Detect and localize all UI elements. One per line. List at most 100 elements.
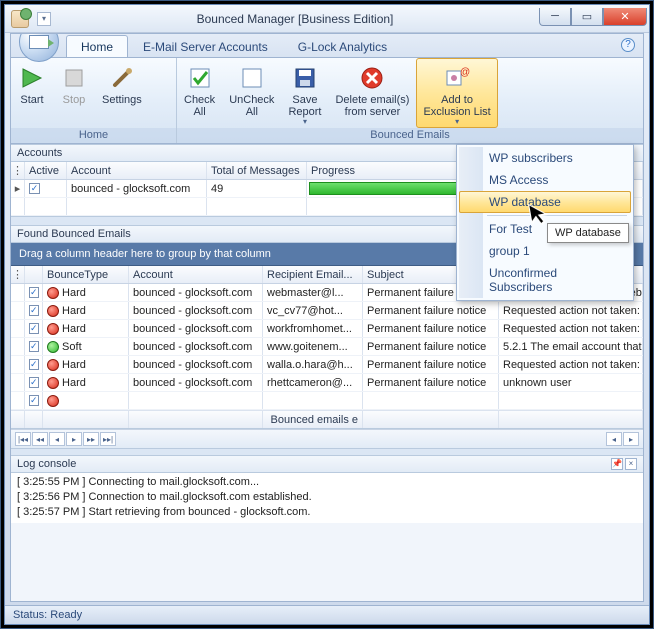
smtp-cell: Requested action not taken: [499,356,643,373]
status-circle-icon [47,323,59,335]
stop-button[interactable]: Stop [53,58,95,128]
nav-prev-button[interactable]: ◂ [49,432,65,446]
found-footer: Bounced emails e [11,410,643,428]
recipient-cell: walla.o.hara@h... [263,356,363,373]
svg-text:@: @ [460,67,470,78]
ribbon: Start Stop Settings Home [11,58,643,144]
check-all-button[interactable]: Check All [177,58,222,128]
nav-prevpage-button[interactable]: ◂◂ [32,432,48,446]
col-total[interactable]: Total of Messages [207,162,307,179]
row-checkbox[interactable]: ✓ [29,323,39,334]
row-indicator [11,284,25,301]
col-bouncetype[interactable]: BounceType [43,266,129,283]
accounts-title: Accounts [17,147,62,159]
menu-item-wp-subscribers[interactable]: WP subscribers [459,147,631,169]
col-selector[interactable]: ⋮ [11,266,25,283]
col-recipient[interactable]: Recipient Email... [263,266,363,283]
uncheck-all-button[interactable]: UnCheck All [222,58,281,128]
tab-analytics[interactable]: G-Lock Analytics [283,35,402,57]
tab-home[interactable]: Home [66,35,128,57]
bouncetype-cell: Hard [43,302,129,319]
app-icon [11,10,29,28]
recipient-cell: www.goitenem... [263,338,363,355]
col-check[interactable] [25,266,43,283]
smtp-cell: unknown user [499,374,643,391]
delete-emails-button[interactable]: Delete email(s) from server [328,58,416,128]
menu-item-ms-access[interactable]: MS Access [459,169,631,191]
row-checkbox[interactable]: ✓ [29,305,39,316]
nav-nextpage-button[interactable]: ▸▸ [83,432,99,446]
subject-cell: Permanent failure notice [363,302,499,319]
exclusion-icon: @ [443,64,471,92]
account-cell: bounced - glocksoft.com [129,302,263,319]
record-navigator: |◂◂ ◂◂ ◂ ▸ ▸▸ ▸▸| ◂ ▸ [11,429,643,449]
row-checkbox[interactable]: ✓ [29,287,39,298]
log-line: [ 3:25:56 PM ] Connection to mail.glocks… [17,490,637,505]
close-button[interactable]: ✕ [603,8,647,26]
row-checkbox[interactable]: ✓ [29,377,39,388]
help-icon[interactable]: ? [621,38,635,52]
found-partial-row: ✓ [11,392,643,410]
account-cell: bounced - glocksoft.com [129,320,263,337]
chevron-down-icon: ▾ [455,117,459,126]
col-account[interactable]: Account [129,266,263,283]
play-icon [18,64,46,92]
start-button[interactable]: Start [11,58,53,128]
nav-scroll-left-button[interactable]: ◂ [606,432,622,446]
group-label-bounced: Bounced Emails [177,128,643,143]
add-exclusion-button[interactable]: @ Add to Exclusion List ▾ [416,58,497,128]
group-label-home: Home [11,128,176,143]
nav-first-button[interactable]: |◂◂ [15,432,31,446]
app-menu-orb[interactable] [19,33,59,62]
row-indicator [11,356,25,373]
menu-item-wp-database[interactable]: WP database [459,191,631,213]
nav-last-button[interactable]: ▸▸| [100,432,116,446]
status-circle-icon [47,305,59,317]
table-row[interactable]: ✓ Softbounced - glocksoft.comwww.goitene… [11,338,643,356]
row-checkbox[interactable]: ✓ [29,359,39,370]
table-row[interactable]: ✓ Hardbounced - glocksoft.comrhettcamero… [11,374,643,392]
table-row[interactable]: ✓ Hardbounced - glocksoft.comvc_cv77@hot… [11,302,643,320]
smtp-cell: Requested action not taken: [499,302,643,319]
status-circle-icon [47,359,59,371]
subject-cell: Permanent failure notice [363,374,499,391]
menu-item-unconfirmed[interactable]: Unconfirmed Subscribers [459,262,631,298]
active-checkbox[interactable]: ✓ [29,183,40,194]
maximize-button[interactable]: ▭ [571,8,603,26]
save-report-button[interactable]: Save Report ▾ [281,58,328,128]
panel-close-icon[interactable]: × [625,458,637,470]
table-row[interactable]: ✓ Hardbounced - glocksoft.comworkfromhom… [11,320,643,338]
footer-tab-label: Bounced emails e [263,411,363,428]
found-title: Found Bounced Emails [17,228,131,240]
subject-cell: Permanent failure notice [363,338,499,355]
row-checkbox[interactable]: ✓ [29,395,39,406]
status-circle-icon [47,377,59,389]
pin-icon[interactable]: 📌 [611,458,623,470]
settings-button[interactable]: Settings [95,58,149,128]
window-controls: ─ ▭ ✕ [539,12,647,26]
col-selector[interactable]: ⋮ [11,162,25,179]
account-name: bounced - glocksoft.com [67,180,207,197]
menu-item-group1[interactable]: group 1 [459,240,631,262]
log-console[interactable]: [ 3:25:55 PM ] Connecting to mail.glocks… [11,473,643,523]
col-account[interactable]: Account [67,162,207,179]
save-icon [291,64,319,92]
bouncetype-cell: Hard [43,320,129,337]
envelope-icon [29,35,49,49]
window-chrome: ▾ Bounced Manager [Business Edition] ─ ▭… [4,4,650,625]
row-checkbox[interactable]: ✓ [29,341,39,352]
table-row[interactable]: ✓ Hardbounced - glocksoft.comwalla.o.har… [11,356,643,374]
menu-separator [487,215,627,216]
qat-dropdown-icon[interactable]: ▾ [37,12,51,26]
status-bar: Status: Ready [5,605,649,624]
account-cell: bounced - glocksoft.com [129,356,263,373]
tab-email-accounts[interactable]: E-Mail Server Accounts [128,35,283,57]
row-indicator [11,374,25,391]
recipient-cell: workfromhomet... [263,320,363,337]
account-cell: bounced - glocksoft.com [129,284,263,301]
nav-scroll-right-button[interactable]: ▸ [623,432,639,446]
col-active[interactable]: Active [25,162,67,179]
nav-next-button[interactable]: ▸ [66,432,82,446]
bouncetype-cell: Hard [43,356,129,373]
minimize-button[interactable]: ─ [539,8,571,26]
